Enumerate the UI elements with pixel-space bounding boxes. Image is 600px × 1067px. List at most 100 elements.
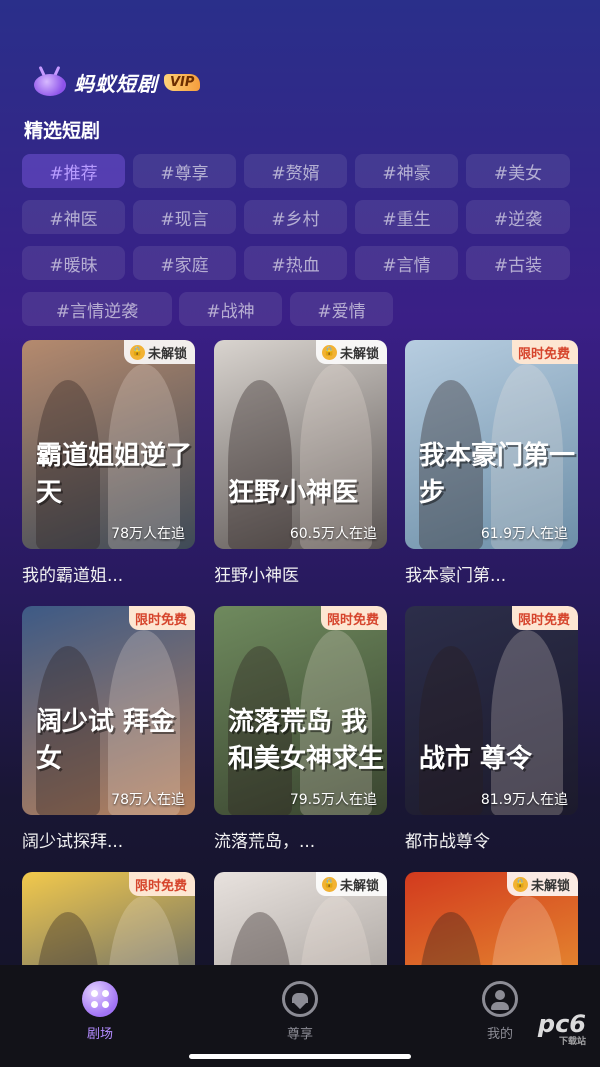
drama-poster[interactable]: 阔少试 拜金女 限时免费 78万人在追 [22,606,195,815]
tag-chip[interactable]: #推荐 [22,154,125,188]
tab-vip[interactable]: 尊享 [250,981,350,1042]
follower-count: 61.9万人在追 [480,526,568,542]
drama-card[interactable]: 狂野小神医 🔒 未解锁 60.5万人在追 狂野小神医 [214,340,387,586]
tag-chip[interactable]: #赘婿 [244,154,347,188]
drama-card[interactable]: 霸道姐姐逆了天 🔒 未解锁 78万人在追我的霸道姐... [22,340,195,586]
tag-chip[interactable]: #重生 [355,200,458,234]
locked-badge: 🔒 未解锁 [123,340,195,364]
tag-chip[interactable]: #古装 [466,246,570,280]
section-title: 精选短剧 [24,120,101,142]
home-indicator[interactable] [189,1054,411,1059]
tag-chip[interactable]: #逆袭 [466,200,570,234]
tag-chip[interactable]: #言情 [355,246,458,280]
locked-badge: 🔒 未解锁 [315,872,387,896]
tag-chip[interactable]: #乡村 [244,200,347,234]
vip-badge[interactable]: VIP [164,73,201,91]
tab-mine[interactable]: 我的 [450,981,550,1042]
drama-card[interactable]: 流落荒岛 我和美女神求生 限时免费 79.5万人在追流落荒岛，... [214,606,387,852]
poster-title-art: 我本豪门第一步 [419,441,576,508]
free-badge: 限时免费 [128,872,195,896]
follower-count: 79.5万人在追 [289,792,377,808]
poster-figure [228,912,292,965]
tab-theater[interactable]: 剧场 [50,981,150,1042]
free-badge: 限时免费 [128,606,195,630]
drama-title[interactable]: 我本豪门第... [405,561,578,586]
drama-grid: 霸道姐姐逆了天 🔒 未解锁 78万人在追 我的霸道姐... 狂野小神医 🔒 未解锁 60.5万人… [22,340,580,965]
tag-chip[interactable]: #现言 [133,200,236,234]
badge-label: 限时免费 [134,878,187,894]
badge-label: 未解锁 [339,346,379,362]
drama-poster[interactable]: 霸道姐姐逆了天 🔒 未解锁 78万人在追 [22,340,195,549]
lock-icon: 🔒 [512,876,528,892]
free-badge: 限时免费 [511,606,578,630]
poster-figure [108,896,180,965]
tag-chip[interactable]: #尊享 [133,154,236,188]
poster-title-art: 霸道姐姐逆了天 [36,441,193,508]
tab-label: 剧场 [86,1027,113,1042]
app-name: 蚂蚁短剧 [74,71,158,96]
drama-poster[interactable]: 狂野小神医 🔒 未解锁 60.5万人在追 [214,340,387,549]
vip-heart-icon [282,981,318,1017]
poster-title-art: 流落荒岛 我和美女神求生 [228,707,385,774]
watermark-logo: pc6 下载站 [537,1010,586,1047]
tag-chip[interactable]: #战神 [179,292,282,326]
follower-count: 81.9万人在追 [480,792,568,808]
poster-title-art: 阔少试 拜金女 [36,707,176,774]
ant-logo-icon [30,65,70,98]
lock-icon: 🔒 [129,344,145,360]
drama-poster[interactable]: 我本豪门第一步 限时免费 61.9万人在追 [405,340,578,549]
follower-count: 78万人在追 [111,526,185,542]
bottom-tab-bar: 剧场 尊享 我的 [0,965,600,1067]
drama-poster[interactable]: 流落荒岛 我和美女神求生 限时免费 79.5万人在追 [214,606,387,815]
drama-card[interactable]: 🔒 未解锁 [214,872,387,965]
tab-label: 尊享 [286,1027,313,1042]
poster-figure [419,912,483,965]
poster-figure [228,380,292,549]
drama-title[interactable]: 狂野小神医 [214,561,387,586]
tag-chip[interactable]: #神豪 [355,154,458,188]
poster-figure [300,364,372,549]
locked-badge: 🔒 未解锁 [506,872,578,896]
tag-chip[interactable]: #神医 [22,200,125,234]
drama-card[interactable]: 我有 绝 美限时免费 [22,872,195,965]
follower-count: 78万人在追 [111,792,185,808]
follower-count: 60.5万人在追 [289,526,377,542]
locked-badge: 🔒 未解锁 [315,340,387,364]
drama-card[interactable]: 神 豪🔒未解锁 [405,872,578,965]
poster-figure [36,912,100,965]
poster-title-art: 狂野小神医 [228,478,359,508]
lock-icon: 🔒 [321,876,337,892]
drama-poster[interactable]: 我有 绝 美限时免费 [22,872,195,965]
tab-label: 我的 [486,1027,513,1042]
free-badge: 限时免费 [320,606,387,630]
tag-chip[interactable]: #美女 [466,154,570,188]
drama-title[interactable]: 都市战尊令 [405,827,578,852]
badge-label: 未解锁 [339,878,379,894]
poster-figure [491,630,563,815]
drama-title[interactable]: 流落荒岛，... [214,827,387,852]
drama-poster[interactable]: 战市 尊令 限时免费 81.9万人在追 [405,606,578,815]
drama-title[interactable]: 我的霸道姐... [22,561,195,586]
badge-label: 限时免费 [326,612,379,628]
drama-card[interactable]: 战市 尊令 限时免费 81.9万人在追 都市战尊令 [405,606,578,852]
lock-icon: 🔒 [321,344,337,360]
badge-label: 限时免费 [517,346,570,362]
poster-figure [419,646,483,815]
tag-chip[interactable]: #言情逆袭 [22,292,172,326]
tag-chip[interactable]: #家庭 [133,246,236,280]
badge-label: 限时免费 [134,612,187,628]
profile-icon [482,981,518,1017]
free-badge: 限时免费 [511,340,578,364]
poster-figure [491,896,563,965]
badge-label: 未解锁 [147,346,187,362]
tag-chip[interactable]: #爱情 [290,292,393,326]
tag-chip[interactable]: #暖昧 [22,246,125,280]
drama-card[interactable]: 阔少试 拜金女 限时免费 78万人在追阔少试探拜... [22,606,195,852]
badge-label: 未解锁 [530,878,570,894]
drama-poster[interactable]: 🔒 未解锁 [214,872,387,965]
tag-chip[interactable]: #热血 [244,246,347,280]
drama-card[interactable]: 我本豪门第一步 限时免费 61.9万人在追我本豪门第... [405,340,578,586]
drama-poster[interactable]: 神 豪🔒未解锁 [405,872,578,965]
drama-title[interactable]: 阔少试探拜... [22,827,195,852]
badge-label: 限时免费 [517,612,570,628]
